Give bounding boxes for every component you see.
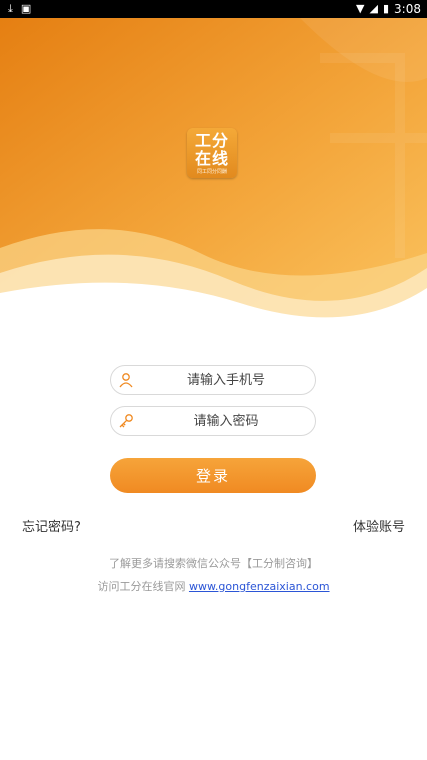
- website-prefix: 访问工分在线官网: [97, 580, 189, 593]
- signal-icon: ◢: [369, 2, 378, 15]
- website-link[interactable]: www.gongfenzaixian.com: [189, 580, 330, 593]
- trial-account-link[interactable]: 体验账号: [353, 516, 405, 535]
- login-button[interactable]: 登录: [110, 458, 316, 493]
- key-icon: [119, 414, 133, 428]
- photo-icon: ▣: [20, 2, 32, 15]
- clock: 3:08: [394, 2, 421, 16]
- app-logo: 工分 在线 同工同分同酬: [187, 128, 237, 178]
- logo-line-1: 工分: [194, 131, 229, 150]
- download-icon: ⤓: [8, 2, 13, 15]
- website-info: 访问工分在线官网 www.gongfenzaixian.com: [0, 578, 427, 594]
- phone-field[interactable]: [110, 365, 316, 395]
- phone-input[interactable]: [141, 369, 311, 391]
- forgot-password-link[interactable]: 忘记密码?: [22, 516, 81, 535]
- wechat-info-text: 了解更多请搜索微信公众号【工分制咨询】: [109, 557, 318, 570]
- password-input[interactable]: [141, 410, 311, 432]
- wifi-icon: ▼: [356, 2, 365, 15]
- password-field[interactable]: [110, 406, 316, 436]
- logo-line-2: 在线: [194, 149, 229, 168]
- logo-caption: 同工同分同酬: [196, 169, 227, 175]
- user-icon: [119, 373, 133, 388]
- battery-icon: ▮: [382, 2, 390, 15]
- status-bar: ⤓ ▣ ▼ ◢ ▮ 3:08: [0, 0, 427, 18]
